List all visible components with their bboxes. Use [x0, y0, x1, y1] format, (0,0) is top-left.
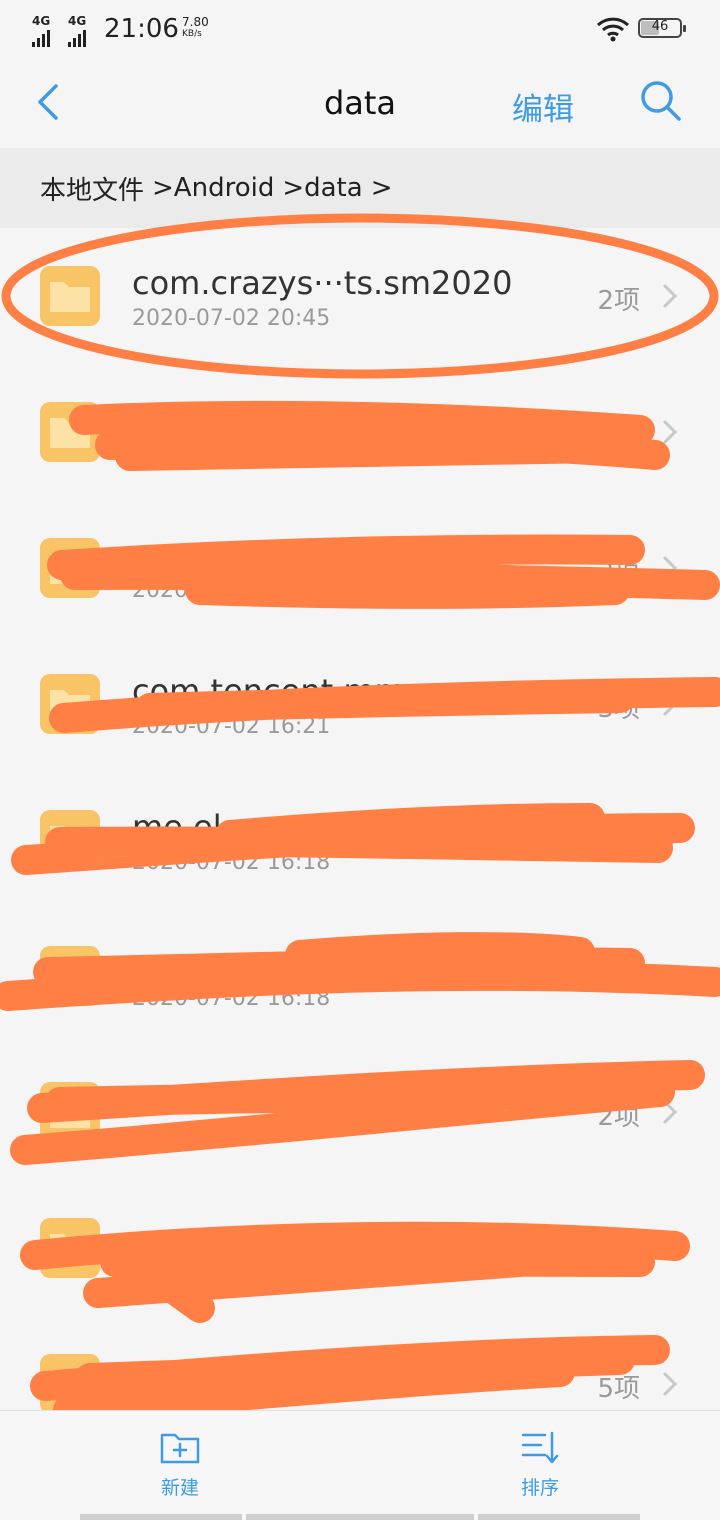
- folder-icon: [40, 1354, 100, 1410]
- chevron-right-icon: [663, 420, 678, 444]
- folder-date: 2020-07-02: [132, 578, 260, 603]
- folder-item-count: 5项: [597, 1374, 640, 1404]
- edit-button[interactable]: 编辑: [512, 84, 574, 129]
- battery-level-text: 46: [651, 19, 669, 34]
- breadcrumb-item-android[interactable]: >Android: [152, 173, 274, 203]
- status-time: 21:06: [104, 14, 179, 44]
- folder-row[interactable]: 2项: [0, 1044, 720, 1180]
- status-bar: 4G 4G 21:06 7.80 KB/s 46: [0, 0, 720, 56]
- nav-indicator: [478, 1514, 640, 1520]
- folder-name: com.eg.and: [132, 944, 321, 982]
- wifi-icon: [596, 17, 630, 42]
- breadcrumb: 本地文件 >Android >data >: [0, 148, 720, 228]
- folder-icon: [40, 402, 100, 462]
- chevron-right-icon: [663, 1372, 678, 1396]
- folder-name: com.qiyi.video: [132, 400, 366, 438]
- folder-name: com.crazys···ts.sm2020: [132, 264, 513, 302]
- folder-row[interactable]: [0, 1180, 720, 1316]
- sim2-network-label: 4G: [68, 14, 87, 28]
- page-title: data: [323, 84, 397, 122]
- breadcrumb-item-local-files[interactable]: 本地文件: [40, 170, 144, 207]
- nav-indicator: [246, 1514, 474, 1520]
- chevron-right-icon: [663, 1236, 678, 1260]
- folder-date: 2020-07-02 17:56: [132, 442, 331, 467]
- folder-row[interactable]: com.tencent.mm 2020-07-02 16:21 3项: [0, 636, 720, 772]
- breadcrumb-item-data[interactable]: >data: [282, 173, 362, 203]
- folder-item-count: 2项: [597, 422, 640, 452]
- network-speed-unit: KB/s: [182, 29, 202, 39]
- folder-date: 2020-07-02 16:18: [132, 850, 331, 875]
- folder-icon: [40, 266, 100, 326]
- folder-date: 2020-07-02 16:21: [132, 714, 331, 739]
- folder-row[interactable]: com.qiyi.video 2020-07-02 17:56 2项: [0, 364, 720, 500]
- folder-row[interactable]: me.ele 2020-07-02 16:18: [0, 772, 720, 908]
- app-header: data 编辑: [0, 56, 720, 148]
- file-list: com.crazys···ts.sm2020 2020-07-02 20:45 …: [0, 228, 720, 1410]
- folder-icon: [40, 538, 100, 598]
- folder-icon: [40, 810, 100, 870]
- folder-date: 2020-07-02 16:18: [132, 986, 331, 1011]
- network-speed-value: 7.80: [182, 15, 209, 29]
- breadcrumb-separator: >: [370, 173, 393, 203]
- chevron-right-icon: [663, 692, 678, 716]
- chevron-right-icon: [663, 964, 678, 988]
- sim1-network-label: 4G: [32, 14, 51, 28]
- chevron-right-icon: [663, 828, 678, 852]
- folder-item-count: 2项: [597, 286, 640, 316]
- folder-name: me.ele: [132, 808, 242, 846]
- chevron-right-icon: [663, 1100, 678, 1124]
- folder-row[interactable]: com.crazys···ts.sm2020 2020-07-02 20:45 …: [0, 228, 720, 364]
- chevron-right-icon: [663, 556, 678, 580]
- nav-indicator: [80, 1514, 242, 1520]
- search-icon[interactable]: [636, 76, 686, 126]
- folder-icon: [40, 1082, 100, 1142]
- folder-date: 2020-07-02 20:45: [132, 306, 331, 331]
- folder-item-count: 3项: [597, 694, 640, 724]
- folder-item-count: 3项: [597, 558, 640, 588]
- chevron-right-icon: [663, 284, 678, 308]
- folder-name: com.tencent.mm: [132, 672, 406, 710]
- folder-icon: [40, 946, 100, 1006]
- sort-button[interactable]: 排序: [480, 1429, 600, 1509]
- folder-row[interactable]: 5项: [0, 1316, 720, 1410]
- sort-icon: [521, 1431, 559, 1464]
- battery-icon: 46: [638, 18, 686, 38]
- network-speed: 7.80 KB/s: [182, 16, 209, 40]
- bottom-action-bar: 新建 排序: [0, 1410, 720, 1520]
- new-folder-button[interactable]: 新建: [120, 1429, 240, 1509]
- new-folder-label: 新建: [160, 1477, 199, 1499]
- folder-name: com.t: [132, 536, 224, 574]
- folder-icon: [40, 1218, 100, 1278]
- sort-label: 排序: [520, 1477, 559, 1499]
- folder-icon: [40, 674, 100, 734]
- folder-row[interactable]: com.eg.and 2020-07-02 16:18: [0, 908, 720, 1044]
- new-folder-icon: [160, 1433, 200, 1464]
- folder-row[interactable]: com.t 2020-07-02 3项: [0, 500, 720, 636]
- folder-item-count: 2项: [597, 1102, 640, 1132]
